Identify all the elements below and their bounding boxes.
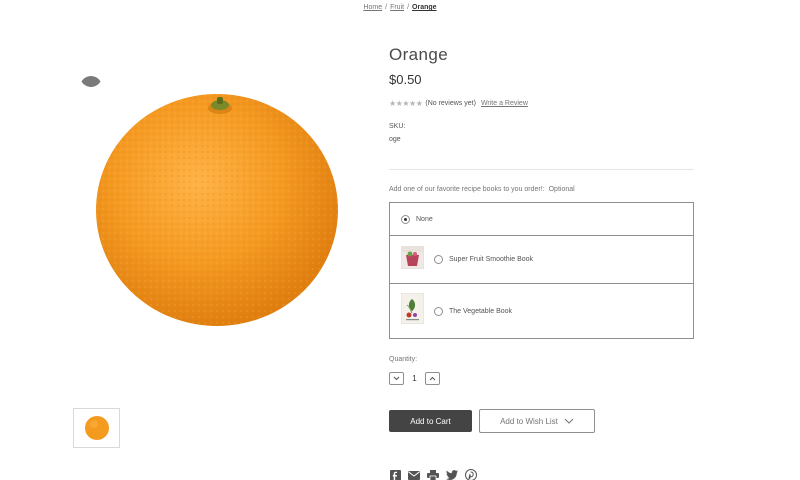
orange-thumbnail-image	[84, 416, 109, 440]
add-to-cart-button[interactable]: Add to Cart	[389, 410, 472, 432]
breadcrumb: Home / Fruit / Orange	[0, 4, 800, 11]
chevron-down-icon	[393, 376, 400, 381]
star-icon: ★	[395, 99, 403, 108]
breadcrumb-separator: /	[385, 4, 388, 11]
vegetable-book-image	[400, 292, 425, 329]
option-smoothie-book[interactable]: Super Fruit Smoothie Book	[390, 236, 693, 284]
recipe-book-options: None Super Fruit Smoothie Book The Veget…	[389, 202, 694, 339]
rating-stars: ★ ★ ★ ★ ★	[389, 99, 423, 108]
review-count: (No reviews yet)	[425, 100, 476, 107]
radio-vegetable-book[interactable]	[434, 306, 443, 316]
star-icon: ★	[389, 99, 396, 108]
quantity-increase-button[interactable]	[425, 372, 440, 385]
wishlist-label: Add to Wish List	[500, 416, 558, 426]
write-review-link[interactable]: Write a Review	[481, 100, 528, 107]
option-label: Super Fruit Smoothie Book	[449, 256, 534, 263]
product-thumbnail[interactable]	[73, 408, 120, 448]
star-icon: ★	[409, 99, 416, 108]
twitter-icon[interactable]	[446, 469, 458, 480]
option-none[interactable]: None	[390, 203, 693, 236]
options-label: Add one of our favorite recipe books to …	[389, 186, 575, 193]
sku-label: SKU:	[389, 123, 406, 130]
breadcrumb-home[interactable]: Home	[363, 4, 382, 11]
chevron-up-icon	[429, 376, 436, 381]
email-icon[interactable]	[408, 469, 420, 480]
breadcrumb-fruit[interactable]: Fruit	[390, 4, 404, 11]
star-icon: ★	[415, 99, 423, 108]
product-title: Orange	[389, 45, 449, 64]
quantity-decrease-button[interactable]	[389, 372, 404, 385]
option-label: None	[416, 215, 433, 223]
radio-smoothie-book[interactable]	[434, 255, 443, 264]
optional-tag: Optional	[548, 186, 575, 193]
product-price: $0.50	[389, 72, 422, 87]
add-to-wishlist-button[interactable]: Add to Wish List	[479, 409, 595, 433]
divider	[389, 169, 694, 170]
share-icons	[389, 469, 477, 480]
pinterest-icon[interactable]	[465, 469, 477, 480]
option-label: The Vegetable Book	[449, 307, 513, 315]
quantity-stepper: 1	[389, 372, 440, 385]
print-icon[interactable]	[427, 469, 439, 480]
sku-value: oge	[389, 136, 401, 143]
radio-none[interactable]	[401, 214, 410, 224]
options-label-text: Add one of our favorite recipe books to …	[389, 186, 545, 193]
product-main-image[interactable]	[80, 72, 355, 342]
chevron-down-icon	[564, 418, 574, 424]
product-rating: ★ ★ ★ ★ ★ (No reviews yet) Write a Review	[389, 99, 528, 108]
option-vegetable-book[interactable]: The Vegetable Book	[390, 284, 693, 338]
breadcrumb-orange[interactable]: Orange	[412, 4, 437, 11]
star-icon: ★	[402, 99, 410, 108]
breadcrumb-separator: /	[407, 4, 410, 11]
smoothie-book-image	[400, 245, 425, 274]
quantity-input[interactable]: 1	[404, 374, 425, 383]
quantity-label: Quantity:	[389, 356, 418, 363]
facebook-icon[interactable]	[389, 469, 401, 480]
